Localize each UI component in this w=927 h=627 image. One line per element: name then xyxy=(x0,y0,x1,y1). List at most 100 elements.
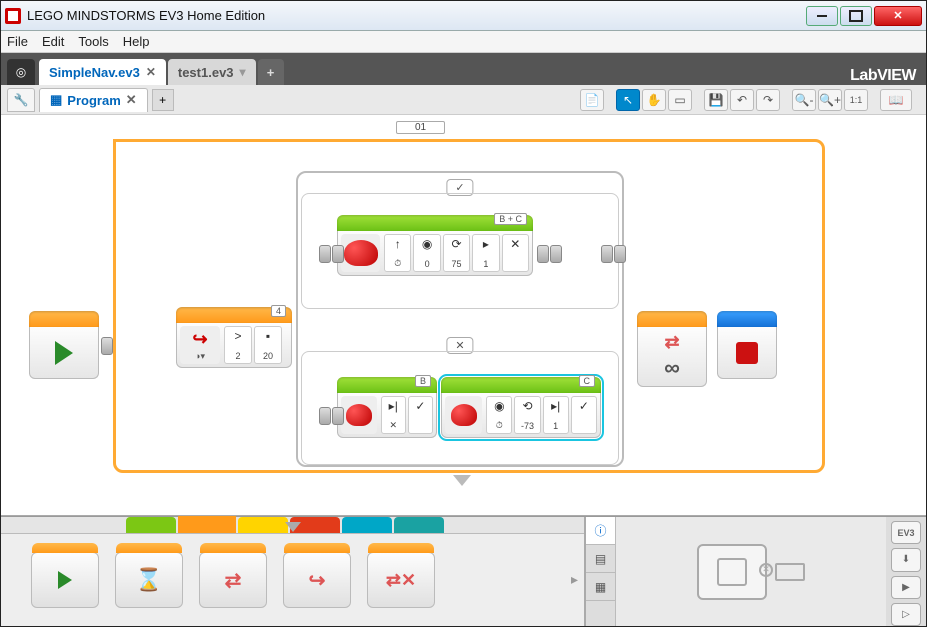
switch-op-cell[interactable]: > 2 xyxy=(224,326,252,364)
move-rotations-cell[interactable]: ▸1 xyxy=(472,234,499,272)
start-block[interactable] xyxy=(29,311,99,379)
select-tool[interactable]: ↖ xyxy=(616,89,640,111)
run-button[interactable]: ▶ xyxy=(891,576,921,599)
motor-c-icon[interactable] xyxy=(445,396,482,434)
palette-loop-block[interactable]: ⇄ xyxy=(199,552,267,608)
hw-tab-bricks[interactable]: ▦ xyxy=(586,573,615,601)
hardware-view: ✕ xyxy=(616,517,886,626)
motor-b-icon[interactable] xyxy=(341,396,377,434)
close-program-icon[interactable]: ✕ xyxy=(126,92,137,108)
palette-tab-advanced[interactable] xyxy=(342,517,392,533)
palette-collapse-handle[interactable] xyxy=(285,522,301,532)
switch-mode-icon[interactable]: ↪ ◑▾ xyxy=(180,326,220,364)
switch-block[interactable]: 4 ↪ ◑▾ > 2 ▪ 20 xyxy=(176,307,292,368)
menu-file[interactable]: File xyxy=(7,34,28,49)
hw-tab-ports[interactable]: ▤ xyxy=(586,545,615,573)
play-icon xyxy=(55,341,73,365)
palette-tab-action[interactable] xyxy=(126,517,176,533)
menu-edit[interactable]: Edit xyxy=(42,34,64,49)
redo-button[interactable]: ↷ xyxy=(756,89,780,111)
add-program-button[interactable]: + xyxy=(152,89,174,111)
menu-tools[interactable]: Tools xyxy=(78,34,108,49)
add-project-tab[interactable]: + xyxy=(258,59,284,85)
hw-tab-info[interactable]: ⓘ xyxy=(586,517,615,545)
menu-help[interactable]: Help xyxy=(123,34,150,49)
program-tab-label: Program xyxy=(67,93,120,108)
project-tab-bar: ◎ SimpleNav.ev3 ✕ test1.ev3 ▾ + LabVIEW xyxy=(1,53,926,85)
usb-icon xyxy=(775,563,805,581)
motor-b-dir-cell[interactable]: ▸|✕ xyxy=(381,396,406,434)
menu-bar: File Edit Tools Help xyxy=(1,31,926,53)
undo-button[interactable]: ↶ xyxy=(730,89,754,111)
sequence-label: 01 xyxy=(396,121,445,134)
switch-threshold-cell[interactable]: ▪ 20 xyxy=(254,326,282,364)
palette-start-block[interactable] xyxy=(31,552,99,608)
palette-expand-handle[interactable] xyxy=(453,475,471,486)
loop-end-block[interactable]: ⇄ ∞ xyxy=(637,311,707,387)
stop-block[interactable] xyxy=(717,311,777,379)
motor-c-rot-cell[interactable]: ▸|1 xyxy=(543,396,569,434)
zoom-reset-button[interactable]: 1:1 xyxy=(844,89,868,111)
move-ports-badge: B + C xyxy=(494,213,527,225)
window-titlebar: LEGO MINDSTORMS EV3 Home Edition xyxy=(1,1,926,31)
motor-b-brake-cell[interactable]: ✓ xyxy=(408,396,433,434)
project-tab-label: test1.ev3 xyxy=(178,65,234,80)
motor-c-power-cell[interactable]: ⟲-73 xyxy=(514,396,540,434)
project-tab-inactive[interactable]: test1.ev3 ▾ xyxy=(168,59,256,85)
close-tab-icon[interactable]: ✕ xyxy=(146,65,156,79)
palette-switch-block[interactable]: ↪ xyxy=(283,552,351,608)
program-tab[interactable]: ▦ Program ✕ xyxy=(39,88,148,112)
motor-b-block[interactable]: B ▸|✕ ✓ xyxy=(337,377,437,438)
move-direction-cell[interactable]: ↑⏱ xyxy=(384,234,411,272)
program-toolbar: 🔧 ▦ Program ✕ + 📄 ↖ ✋ ▭ 💾 ↶ ↷ 🔍- 🔍+ 1:1 … xyxy=(1,85,926,115)
document-button[interactable]: 📄 xyxy=(580,89,604,111)
move-brake-cell[interactable]: ✕ xyxy=(502,234,529,272)
motor-c-mode-cell[interactable]: ◉⏱ xyxy=(486,396,512,434)
move-steering-cell[interactable]: ◉0 xyxy=(413,234,440,272)
download-button[interactable]: ⬇ xyxy=(891,548,921,571)
comment-tool[interactable]: ▭ xyxy=(668,89,692,111)
palette-scroll-right[interactable]: ▸ xyxy=(571,571,578,588)
loop-mode[interactable]: ∞ xyxy=(664,355,680,381)
save-button[interactable]: 💾 xyxy=(704,89,728,111)
disconnected-icon: ✕ xyxy=(759,563,773,577)
hardware-panel: ⓘ ▤ ▦ ✕ xyxy=(586,517,886,626)
zoom-out-button[interactable]: 🔍- xyxy=(792,89,816,111)
lobby-button[interactable]: ◎ xyxy=(7,59,35,85)
bottom-panel: ⌛ ⇄ ↪ ⇄✕ ▸ ⓘ ▤ ▦ ✕ EV3 ⬇ xyxy=(1,516,926,626)
motor-c-block[interactable]: C ◉⏱ ⟲-73 ▸|1 ✓ xyxy=(441,377,601,438)
close-button[interactable] xyxy=(874,6,922,26)
switch-port-badge: 4 xyxy=(271,305,286,317)
ev3-badge: EV3 xyxy=(891,521,921,544)
tab-dropdown-icon[interactable]: ▾ xyxy=(240,65,246,79)
motor-b-port: B xyxy=(415,375,431,387)
move-power-cell[interactable]: ⟳75 xyxy=(443,234,470,272)
stop-icon xyxy=(736,342,758,364)
app-icon xyxy=(5,8,21,24)
run-selected-button[interactable]: ▷ xyxy=(891,603,921,626)
palette-loop-interrupt-block[interactable]: ⇄✕ xyxy=(367,552,435,608)
maximize-button[interactable] xyxy=(840,6,872,26)
labview-logo: LabVIEW xyxy=(850,67,916,85)
brick-icon xyxy=(697,544,767,600)
pan-tool[interactable]: ✋ xyxy=(642,89,666,111)
run-control-panel: EV3 ⬇ ▶ ▷ xyxy=(886,517,926,626)
zoom-in-button[interactable]: 🔍+ xyxy=(818,89,842,111)
palette-tab-sensor[interactable] xyxy=(238,517,288,533)
window-title: LEGO MINDSTORMS EV3 Home Edition xyxy=(27,8,806,23)
palette-wait-block[interactable]: ⌛ xyxy=(115,552,183,608)
project-tab-label: SimpleNav.ev3 xyxy=(49,65,140,80)
move-steering-block[interactable]: B + C ↑⏱ ◉0 ⟳75 ▸1 ✕ xyxy=(337,215,533,276)
loop-icon: ⇄ xyxy=(664,332,679,353)
project-tab-active[interactable]: SimpleNav.ev3 ✕ xyxy=(39,59,166,85)
palette-tab-myblocks[interactable] xyxy=(394,517,444,533)
move-mode-icon[interactable] xyxy=(341,234,380,272)
project-settings-tab[interactable]: 🔧 xyxy=(7,88,35,112)
programming-canvas[interactable]: 01 4 ↪ ◑▾ > 2 xyxy=(1,115,926,516)
motor-c-brake-cell[interactable]: ✓ xyxy=(571,396,597,434)
minimize-button[interactable] xyxy=(806,6,838,26)
motor-c-port: C xyxy=(579,375,596,387)
block-palette: ⌛ ⇄ ↪ ⇄✕ ▸ xyxy=(1,517,586,626)
content-editor-button[interactable]: 📖 xyxy=(880,89,912,111)
connection-status: ✕ xyxy=(775,563,805,581)
